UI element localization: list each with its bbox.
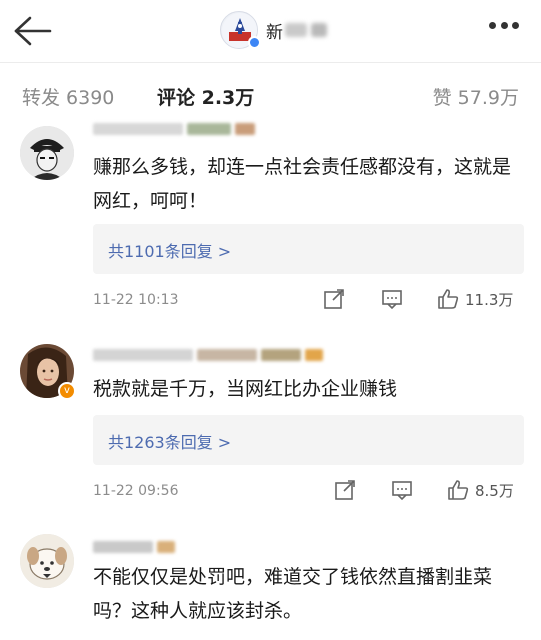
redacted-name-part — [285, 23, 307, 37]
share-icon — [324, 289, 344, 309]
username-redacted[interactable] — [93, 540, 175, 554]
comment-text: 赚那么多钱，却连一点社会责任感都没有，这就是网红，呵呵！ — [93, 156, 512, 212]
avatar[interactable] — [20, 126, 74, 180]
top-bar: 新 — [0, 0, 541, 62]
account-info[interactable]: 新 — [220, 10, 327, 50]
account-name-text: 新 — [266, 22, 283, 43]
redacted-badge — [261, 349, 301, 361]
share-button[interactable] — [323, 288, 345, 310]
dot — [512, 22, 519, 29]
comment-button[interactable] — [381, 288, 403, 310]
tab-like[interactable]: 赞 57.9万 — [433, 83, 519, 110]
like-count: 8.5万 — [475, 481, 514, 500]
redacted-badge — [187, 123, 231, 135]
like-count: 11.3万 — [465, 290, 514, 309]
verified-user-badge-icon: v — [58, 382, 76, 400]
avatar[interactable] — [20, 534, 74, 588]
arrow-left-icon — [14, 16, 52, 46]
comment-button[interactable] — [391, 479, 413, 501]
tab-repost[interactable]: 转发 6390 — [22, 83, 114, 110]
more-dots-icon[interactable] — [489, 22, 519, 30]
redacted-name — [93, 123, 183, 135]
crown-badge-icon — [305, 349, 323, 361]
replies-link-text: 共1263条回复 > — [108, 433, 232, 452]
share-button[interactable] — [334, 479, 356, 501]
user-avatar-image — [20, 126, 74, 180]
comment-time: 11-22 10:13 — [93, 292, 179, 308]
share-icon — [335, 480, 355, 500]
thumbs-up-icon — [438, 289, 459, 309]
like-button[interactable]: 11.3万 — [437, 288, 513, 310]
redacted-badge — [235, 123, 255, 135]
username-redacted[interactable] — [93, 348, 323, 362]
redacted-name — [93, 349, 193, 361]
redacted-name-part — [311, 23, 327, 37]
replies-link-text: 共1101条回复 > — [108, 242, 232, 261]
tab-comment[interactable]: 评论 2.3万 — [157, 83, 254, 110]
comment-text: 不能仅仅是处罚吧，难道交了钱依然直播割韭菜吗？这种人就应该封杀。 — [93, 566, 493, 622]
dot — [489, 22, 496, 29]
comment-icon — [382, 290, 402, 310]
comment-time: 11-22 09:56 — [93, 483, 179, 499]
comment-text: 税款就是千万，当网红比办企业赚钱 — [93, 378, 398, 400]
user-avatar-image — [20, 534, 74, 588]
tab-bar: 转发 6390 评论 2.3万 赞 57.9万 — [0, 63, 541, 125]
comment-icon — [392, 481, 412, 501]
crown-badge-icon — [157, 541, 175, 553]
replies-link[interactable]: 共1101条回复 > — [93, 224, 524, 274]
like-button[interactable]: 8.5万 — [447, 479, 514, 501]
thumbs-up-icon — [448, 480, 469, 500]
verified-badge-icon — [248, 36, 261, 49]
redacted-name — [93, 541, 153, 553]
replies-link[interactable]: 共1263条回复 > — [93, 415, 524, 465]
account-name[interactable]: 新 — [266, 18, 327, 43]
dot — [500, 22, 508, 29]
username-redacted[interactable] — [93, 122, 255, 136]
back-button[interactable] — [12, 14, 52, 48]
redacted-badge — [197, 349, 257, 361]
